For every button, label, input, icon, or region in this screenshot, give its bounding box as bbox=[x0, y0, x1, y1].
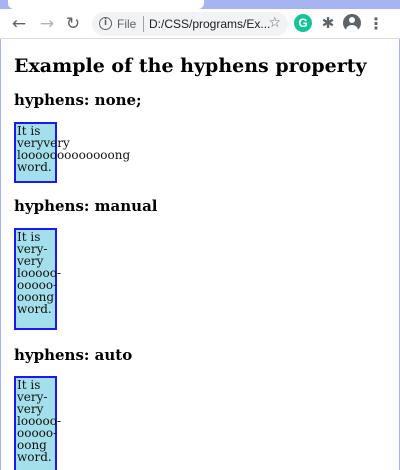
tab-strip bbox=[0, 0, 400, 9]
demo-line: word. bbox=[17, 160, 52, 174]
grammarly-icon[interactable]: G bbox=[294, 14, 312, 32]
kebab-menu-icon[interactable]: ⋮ bbox=[368, 13, 384, 35]
section-heading-auto: hyphens: auto bbox=[14, 346, 133, 364]
demo-line: word. bbox=[17, 450, 52, 464]
address-bar[interactable]: i File D:/CSS/programs/Ex... ☆ bbox=[92, 12, 288, 36]
browser-toolbar: ← → ↻ i File D:/CSS/programs/Ex... ☆ G ✱… bbox=[0, 9, 400, 39]
section-heading-manual: hyphens: manual bbox=[14, 197, 158, 215]
demo-box-none: It is veryvery looooooooooooong word. bbox=[14, 122, 130, 183]
info-icon[interactable]: i bbox=[99, 17, 112, 30]
active-tab[interactable] bbox=[8, 0, 204, 9]
demo-box-manual: It is very- very looooo- ooooo- ooong wo… bbox=[14, 228, 61, 330]
puzzle-icon[interactable]: ✱ bbox=[318, 13, 338, 33]
page-viewport[interactable]: Example of the hyphens property hyphens:… bbox=[1, 40, 399, 470]
forward-arrow-icon[interactable]: → bbox=[36, 13, 58, 35]
star-icon[interactable]: ☆ bbox=[268, 15, 281, 31]
section-heading-none: hyphens: none; bbox=[14, 91, 142, 109]
omnibox-divider bbox=[143, 16, 144, 32]
demo-line: word. bbox=[17, 302, 52, 316]
protocol-label: File bbox=[117, 17, 137, 31]
profile-icon[interactable] bbox=[343, 14, 361, 32]
back-arrow-icon[interactable]: ← bbox=[8, 13, 30, 35]
url-text[interactable]: D:/CSS/programs/Ex... bbox=[149, 17, 270, 31]
page-title: Example of the hyphens property bbox=[14, 55, 367, 77]
demo-box-auto: It is very- very looooo- ooooo- oong wor… bbox=[14, 376, 61, 470]
reload-icon[interactable]: ↻ bbox=[62, 13, 84, 35]
